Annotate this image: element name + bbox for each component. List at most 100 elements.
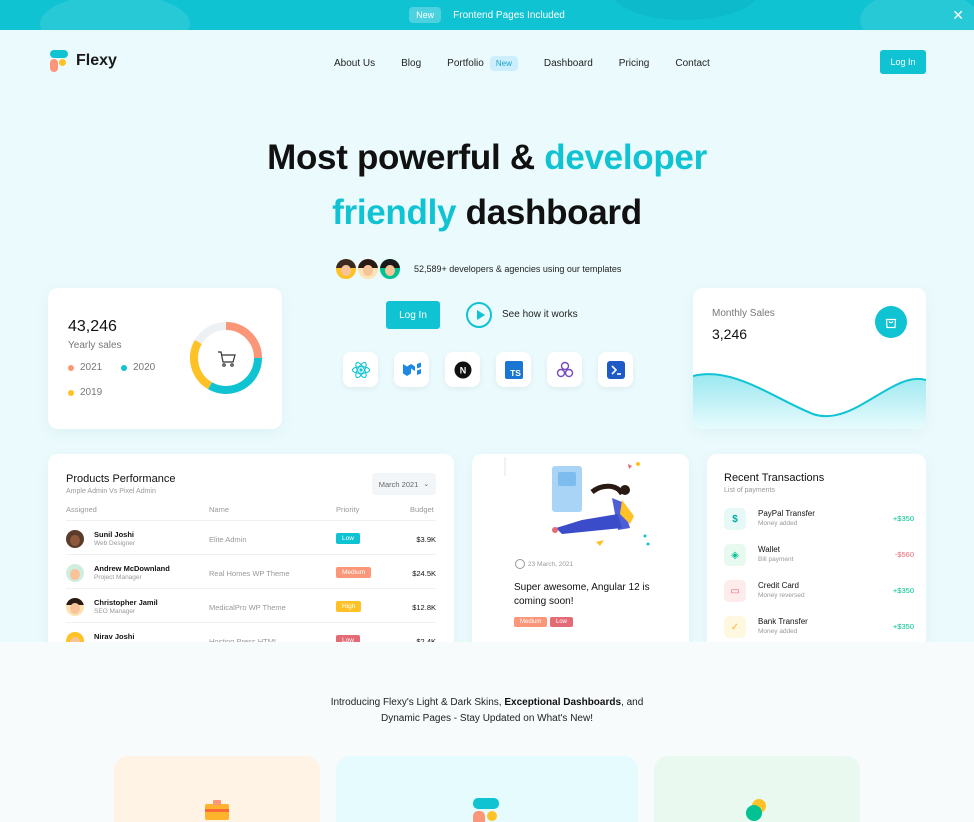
features-section: Introducing Flexy's Light & Dark Skins, …	[0, 642, 974, 822]
redux-icon	[547, 352, 582, 387]
dollar-icon: $	[724, 508, 746, 530]
nav-about-us[interactable]: About Us	[334, 58, 375, 69]
card-subtitle: List of payments	[724, 487, 775, 494]
main-nav: About Us Blog Portfolio New Dashboard Pr…	[334, 56, 710, 71]
hero-title-accent: friendly	[332, 193, 457, 232]
banner-text[interactable]: Frontend Pages Included	[453, 10, 565, 21]
react-icon	[343, 352, 378, 387]
see-how-it-works-link[interactable]: See how it works	[502, 309, 578, 320]
feature-card[interactable]	[654, 756, 860, 822]
transaction-name: Credit Card	[758, 581, 799, 590]
play-icon[interactable]	[466, 302, 492, 328]
hero-login-button[interactable]: Log In	[386, 301, 440, 329]
shopping-bag-icon[interactable]	[875, 306, 907, 338]
priority-badge: Low	[336, 533, 360, 544]
transaction-amount: +$350	[892, 586, 914, 595]
priority-badge: Medium	[336, 567, 372, 578]
nextjs-icon: N	[445, 352, 480, 387]
feature-card[interactable]	[336, 756, 638, 822]
transaction-sub: Money reversed	[758, 592, 805, 599]
transaction-amount: -$560	[894, 550, 914, 559]
intro-highlight: Exceptional Dashboards	[504, 697, 622, 708]
developers-row: 52,589+ developers & agencies using our …	[334, 257, 621, 281]
legend-item: 2021	[68, 362, 102, 373]
month-select-value: March 2021	[378, 479, 419, 489]
developers-count-text: 52,589+ developers & agencies using our …	[414, 264, 622, 274]
avatar	[378, 257, 402, 281]
avatar	[66, 598, 84, 616]
nav-dashboard[interactable]: Dashboard	[544, 58, 593, 69]
nav-blog[interactable]: Blog	[401, 58, 421, 69]
table-row[interactable]: Christopher Jamil SEO Manager MedicalPro…	[66, 588, 436, 622]
mui-icon	[394, 352, 429, 387]
assignee-name: Sunil Joshi	[94, 530, 135, 539]
assignee-role: Web Designer	[94, 540, 136, 547]
powershell-icon	[598, 352, 633, 387]
intro-text: Dynamic Pages - Stay Updated on What's N…	[380, 713, 593, 724]
column-header: Assigned	[66, 505, 97, 514]
monthly-sales-card: Monthly Sales 3,246	[693, 288, 926, 429]
recent-transactions-card: Recent Transactions List of payments $ P…	[707, 454, 926, 654]
blog-illustration	[504, 457, 650, 546]
assignee-name: Nirav Joshi	[94, 632, 135, 641]
transaction-row[interactable]: ◈ Wallet Bill payment -$560	[724, 544, 914, 574]
transaction-name: PayPal Transfer	[758, 509, 815, 518]
typescript-icon: TS	[496, 352, 531, 387]
month-select[interactable]: March 2021 ⌄	[372, 473, 436, 495]
shield-icon: ◈	[724, 544, 746, 566]
transaction-row[interactable]: ▭ Credit Card Money reversed +$350	[724, 580, 914, 610]
avatar	[66, 530, 84, 548]
column-header: Budget	[410, 505, 434, 514]
legend-item: 2020	[121, 362, 155, 373]
transaction-amount: +$350	[892, 622, 914, 631]
assignee-name: Christopher Jamil	[94, 598, 158, 607]
transaction-name: Bank Transfer	[758, 617, 808, 626]
transaction-sub: Money added	[758, 628, 798, 635]
blog-date: 23 March, 2021	[528, 561, 574, 568]
nav-portfolio[interactable]: Portfolio New	[447, 56, 518, 71]
card-title: Products Performance	[66, 473, 176, 485]
hero-title-accent: developer	[544, 138, 707, 177]
intro-text: , and	[621, 697, 644, 708]
project-name: Real Homes WP Theme	[209, 569, 290, 578]
transaction-sub: Bill payment	[758, 556, 794, 563]
announcement-banner: New Frontend Pages Included ✕	[0, 0, 974, 30]
nav-new-badge: New	[489, 56, 518, 71]
chevron-down-icon: ⌄	[423, 481, 430, 488]
blog-tag: Low	[550, 617, 574, 627]
hero-title-line1: Most powerful & developer	[0, 138, 974, 178]
credit-card-icon: ▭	[724, 580, 746, 602]
nav-pricing[interactable]: Pricing	[619, 58, 650, 69]
nextjs-letter: N	[459, 365, 466, 375]
intro-text: Introducing Flexy's Light & Dark Skins,	[330, 697, 502, 708]
hero-title-line2: friendly dashboard	[0, 193, 974, 233]
transaction-row[interactable]: $ PayPal Transfer Money added +$350	[724, 508, 914, 538]
blog-title[interactable]: Super awesome, Angular 12 is coming soon…	[514, 581, 664, 609]
header-login-button[interactable]: Log In	[880, 50, 926, 74]
assignee-role: SEO Manager	[94, 608, 136, 615]
table-row[interactable]: Sunil Joshi Web Designer Elite Admin Low…	[66, 520, 436, 554]
leaf-icon	[746, 799, 766, 821]
table-row[interactable]: Andrew McDownland Project Manager Real H…	[66, 554, 436, 588]
yearly-sales-label: Yearly sales	[68, 340, 122, 351]
project-name: MedicalPro WP Theme	[209, 603, 286, 612]
nav-contact[interactable]: Contact	[675, 58, 709, 69]
feature-card[interactable]	[114, 756, 320, 822]
legend-item: 2019	[68, 387, 102, 398]
card-subtitle: Ample Admin Vs Pixel Admin	[66, 488, 156, 495]
typescript-letters: TS	[510, 368, 521, 378]
tech-stack: N TS	[343, 352, 633, 387]
clock-icon	[515, 559, 525, 569]
products-performance-card: Products Performance Ample Admin Vs Pixe…	[48, 454, 454, 654]
close-icon[interactable]: ✕	[952, 7, 964, 23]
banner-new-badge: New	[409, 7, 442, 23]
brand-name: Flexy	[76, 52, 117, 69]
flexy-logo-icon	[473, 798, 499, 822]
cart-icon	[218, 351, 236, 367]
logo[interactable]: Flexy	[50, 50, 117, 72]
flexy-logo-icon	[50, 50, 68, 72]
blog-card[interactable]: 23 March, 2021 Super awesome, Angular 12…	[472, 454, 689, 654]
yearly-sales-value: 43,246	[68, 318, 117, 335]
features-intro: Introducing Flexy's Light & Dark Skins, …	[0, 695, 974, 727]
avatar	[66, 564, 84, 582]
